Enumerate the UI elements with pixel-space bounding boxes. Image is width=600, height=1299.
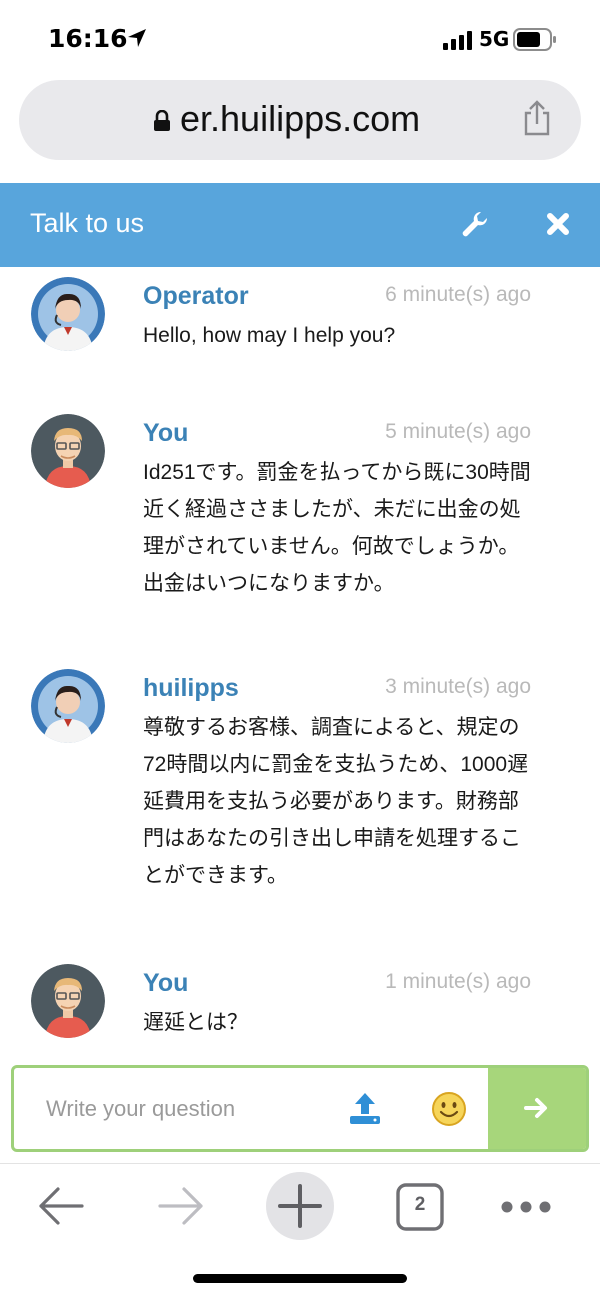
message-author: Operator [143,282,249,310]
forward-arrow-icon[interactable] [156,1186,206,1230]
network-type: 5G [479,27,510,51]
user-avatar [31,964,105,1038]
back-arrow-icon[interactable] [36,1186,86,1230]
message-author: huilipps [143,674,239,702]
question-input[interactable]: Write your question [46,1096,235,1122]
message-text: Hello, how may I help you? [143,324,396,347]
share-icon[interactable] [522,100,552,140]
question-input-box[interactable]: Write your question [11,1065,589,1152]
message-time: 6 minute(s) ago [385,283,531,306]
message-text: Id251です。罰金を払ってから既に30時間近く経過ささましたが、未だに出金の処… [143,461,531,595]
upload-icon[interactable] [347,1090,383,1130]
tabs-icon[interactable]: 2 [396,1183,444,1235]
send-arrow-icon [524,1098,547,1118]
lock-icon [153,109,171,136]
chat-header: Talk to us [0,183,600,267]
url-text[interactable]: er.huilipps.com [180,98,420,140]
battery-icon [513,28,557,56]
status-bar: 16:16 5G [0,0,600,80]
send-button[interactable] [488,1068,586,1149]
location-arrow-icon [126,27,148,53]
new-tab-plus-icon[interactable] [266,1172,334,1244]
message-author: You [143,969,189,997]
message-author: You [143,419,189,447]
chat-title: Talk to us [30,208,145,238]
emoji-icon[interactable] [431,1091,467,1131]
tab-count: 2 [414,1194,426,1215]
address-bar[interactable]: er.huilipps.com [19,80,581,160]
browser-toolbar: 2 [0,1163,600,1254]
signal-icon [443,30,475,54]
message-text: 遅延とは？ [143,1011,248,1034]
status-time: 16:16 [48,24,128,53]
operator-avatar [31,669,105,743]
message-time: 3 minute(s) ago [385,675,531,698]
operator-avatar [31,277,105,351]
message-text: 尊敬するお客様、調査によると、規定の72時間以内に罰金を支払うため、1000遅延… [143,716,529,887]
user-avatar [31,414,105,488]
wrench-icon[interactable] [459,209,489,239]
close-icon[interactable] [543,209,573,239]
home-indicator[interactable] [193,1274,407,1283]
message-time: 5 minute(s) ago [385,420,531,443]
more-icon[interactable] [500,1199,552,1218]
message-time: 1 minute(s) ago [385,970,531,993]
